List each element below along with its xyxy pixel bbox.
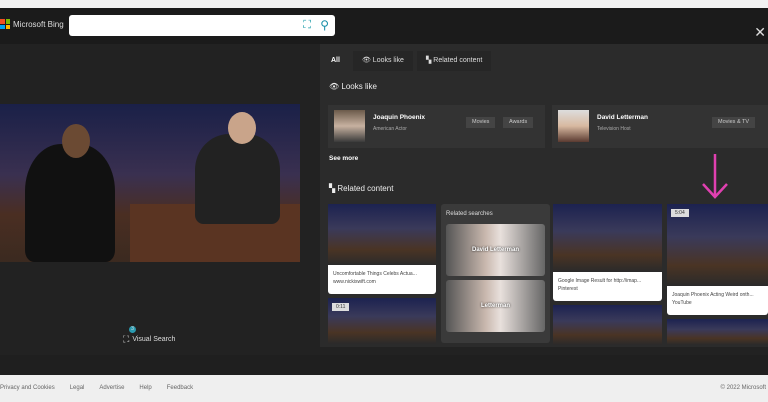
visual-search-label: Visual Search bbox=[132, 336, 176, 343]
related-content-heading: ▚ Related content bbox=[329, 184, 393, 193]
person-figure bbox=[25, 144, 115, 262]
looks-like-heading: 👁︎ Looks like bbox=[329, 82, 377, 91]
visual-search-badge: 3 bbox=[129, 326, 136, 333]
tab-label: Looks like bbox=[372, 57, 404, 64]
related-thumbnail[interactable] bbox=[553, 204, 662, 272]
person-card-david-letterman[interactable]: David Letterman Television Host Movies &… bbox=[552, 105, 768, 148]
chip-movies-tv[interactable]: Movies & TV bbox=[712, 117, 756, 128]
tab-looks-like[interactable]: 👁︎ Looks like bbox=[352, 51, 413, 71]
caption-source: YouTube bbox=[672, 300, 692, 306]
see-more-link[interactable]: See more bbox=[329, 155, 358, 162]
host-figure bbox=[195, 134, 280, 224]
related-search-david-letterman[interactable]: David Letterman bbox=[446, 224, 545, 276]
tab-label: Related content bbox=[433, 57, 483, 64]
related-thumbnail[interactable] bbox=[667, 319, 768, 345]
person-photo bbox=[558, 110, 589, 142]
chip-awards[interactable]: Awards bbox=[503, 117, 534, 128]
related-search-label: David Letterman bbox=[471, 247, 519, 253]
bottom-bar bbox=[0, 355, 768, 375]
bing-logo[interactable]: Microsoft Bing bbox=[0, 19, 64, 29]
related-thumbnail[interactable]: 0:11 bbox=[328, 298, 436, 344]
related-thumbnail[interactable] bbox=[328, 204, 436, 265]
related-caption[interactable]: Google Image Result for http://imap... Pi… bbox=[553, 272, 662, 301]
eye-icon: 👁︎ bbox=[329, 82, 342, 91]
person-name: Joaquin Phoenix bbox=[373, 114, 426, 121]
video-duration: 5:04 bbox=[671, 209, 689, 217]
footer-link-advertise[interactable]: Advertise bbox=[99, 385, 124, 391]
search-icon[interactable]: ⚲ bbox=[320, 18, 329, 32]
caption-title: Google Image Result for http://imap... bbox=[558, 278, 642, 284]
close-icon[interactable]: ✕ bbox=[754, 24, 766, 41]
tab-related-content[interactable]: ▚ Related content bbox=[416, 51, 492, 71]
brand-name: Microsoft Bing bbox=[13, 19, 64, 29]
visual-search-button[interactable]: 3 ⛶ Visual Search bbox=[123, 326, 176, 345]
annotation-arrow-icon bbox=[702, 154, 728, 199]
search-input[interactable]: ⛶ ⚲ bbox=[69, 15, 335, 36]
eye-icon: 👁︎ bbox=[361, 57, 373, 64]
visual-search-icon[interactable]: ⛶ bbox=[303, 19, 311, 32]
caption-source: www.nickiswift.com bbox=[333, 279, 376, 285]
footer-link-legal[interactable]: Legal bbox=[70, 385, 85, 391]
related-thumbnail[interactable] bbox=[553, 305, 662, 345]
related-searches: Related searches David Letterman Letterm… bbox=[441, 204, 550, 343]
footer: Privacy and Cookies Legal Advertise Help… bbox=[0, 375, 768, 402]
caption-source: Pinterest bbox=[558, 286, 578, 292]
related-searches-title: Related searches bbox=[446, 211, 493, 217]
section-title: Related content bbox=[337, 184, 394, 193]
footer-link-help[interactable]: Help bbox=[139, 385, 151, 391]
tab-label: All bbox=[331, 57, 340, 64]
person-head bbox=[62, 124, 90, 158]
caption-title: Uncomfortable Things Celebs Actua... bbox=[333, 271, 417, 277]
visual-search-icon: ⛶ bbox=[123, 334, 130, 344]
microsoft-logo-icon bbox=[0, 19, 10, 29]
section-title: Looks like bbox=[341, 82, 377, 91]
browser-strip bbox=[0, 0, 768, 8]
header: Microsoft Bing ⛶ ⚲ ✕ bbox=[0, 8, 768, 44]
host-head bbox=[228, 112, 256, 144]
copyright: © 2022 Microsoft bbox=[720, 385, 766, 391]
person-desc: American Actor bbox=[373, 126, 407, 132]
chip-movies[interactable]: Movies bbox=[466, 117, 496, 128]
person-card-joaquin-phoenix[interactable]: Joaquin Phoenix American Actor Movies Aw… bbox=[328, 105, 545, 148]
video-duration: 0:11 bbox=[332, 303, 350, 311]
related-thumbnail[interactable]: 5:04 bbox=[667, 204, 768, 286]
footer-link-privacy[interactable]: Privacy and Cookies bbox=[0, 385, 55, 391]
person-desc: Television Host bbox=[597, 126, 631, 132]
tab-all[interactable]: All bbox=[322, 51, 349, 71]
person-name: David Letterman bbox=[597, 114, 648, 121]
person-photo bbox=[334, 110, 365, 142]
related-caption[interactable]: Uncomfortable Things Celebs Actua... www.… bbox=[328, 265, 436, 294]
related-caption[interactable]: Joaquin Phoenix Acting Weird onth... YouT… bbox=[667, 286, 768, 315]
caption-title: Joaquin Phoenix Acting Weird onth... bbox=[672, 292, 754, 298]
related-search-label: Letterman bbox=[480, 303, 510, 309]
related-search-letterman[interactable]: Letterman bbox=[446, 280, 545, 332]
footer-link-feedback[interactable]: Feedback bbox=[167, 385, 193, 391]
main-image bbox=[0, 104, 300, 262]
